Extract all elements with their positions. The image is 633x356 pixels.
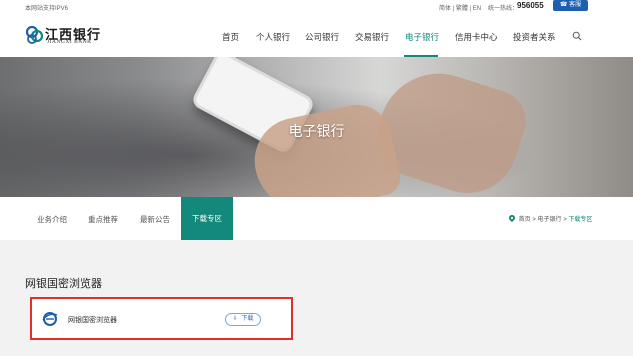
nav-item-home[interactable]: 首页 — [222, 31, 239, 43]
hero-title: 电子银行 — [288, 123, 345, 139]
download-arrow-icon: ⇩ — [232, 316, 238, 322]
breadcrumb-current: 下载专区 — [568, 217, 593, 223]
download-button-label: 下载 — [241, 316, 254, 322]
section-title: 网银国密浏览器 — [25, 278, 102, 290]
subnav-item-announcements[interactable]: 最新公告 — [140, 214, 170, 225]
sub-nav: 业务介绍 重点推荐 最新公告 下载专区 首页 > 电子银行 > 下载专区 — [0, 197, 633, 240]
ipv6-notice: 本网站支持IPV6 — [25, 6, 69, 12]
customer-service-label: 客服 — [569, 2, 582, 8]
headset-icon: ☎ — [559, 2, 568, 8]
subnav-item-intro[interactable]: 业务介绍 — [37, 214, 67, 225]
subnav-item-featured[interactable]: 重点推荐 — [88, 214, 118, 225]
breadcrumb-home[interactable]: 首页 — [519, 217, 531, 223]
logo-text-en: JIANGXI BANK — [47, 39, 92, 45]
top-utility-bar: 本网站支持IPV6 简体 | 繁體 | EN 统一热线： 956055 ☎ 客服 — [0, 0, 633, 13]
subnav-item-downloads[interactable]: 下载专区 — [181, 197, 233, 240]
search-icon[interactable] — [572, 31, 582, 41]
location-pin-icon — [509, 215, 515, 222]
hotline-label: 统一热线： — [488, 6, 519, 12]
breadcrumb-separator: > — [563, 217, 567, 223]
nav-item-credit-card[interactable]: 信用卡中心 — [455, 31, 498, 43]
breadcrumb-section[interactable]: 电子银行 — [538, 217, 562, 223]
bank-logo[interactable]: 江西银行 JIANGXI BANK — [25, 24, 105, 48]
main-header: 江西银行 JIANGXI BANK 首页 个人银行 公司银行 交易银行 电子银行… — [0, 13, 633, 57]
hero-banner: 电子银行 — [0, 57, 633, 197]
breadcrumb: 首页 > 电子银行 > 下载专区 — [509, 214, 592, 223]
customer-service-button[interactable]: ☎ 客服 — [553, 0, 588, 11]
download-button[interactable]: ⇩ 下载 — [225, 313, 261, 326]
logo-mark-icon — [25, 25, 44, 44]
nav-item-corporate[interactable]: 公司银行 — [305, 31, 339, 43]
nav-item-transaction[interactable]: 交易银行 — [355, 31, 389, 43]
download-item-name: 网银国密浏览器 — [68, 317, 117, 324]
download-card: 网银国密浏览器 ⇩ 下载 — [30, 297, 293, 340]
hotline-number: 956055 — [517, 1, 544, 10]
language-switcher[interactable]: 简体 | 繁體 | EN — [439, 3, 481, 12]
nav-item-personal[interactable]: 个人银行 — [256, 31, 290, 43]
ie-browser-icon — [42, 312, 58, 326]
breadcrumb-separator: > — [532, 217, 536, 223]
nav-item-investor[interactable]: 投资者关系 — [513, 31, 556, 43]
nav-item-ebanking[interactable]: 电子银行 — [405, 31, 439, 43]
